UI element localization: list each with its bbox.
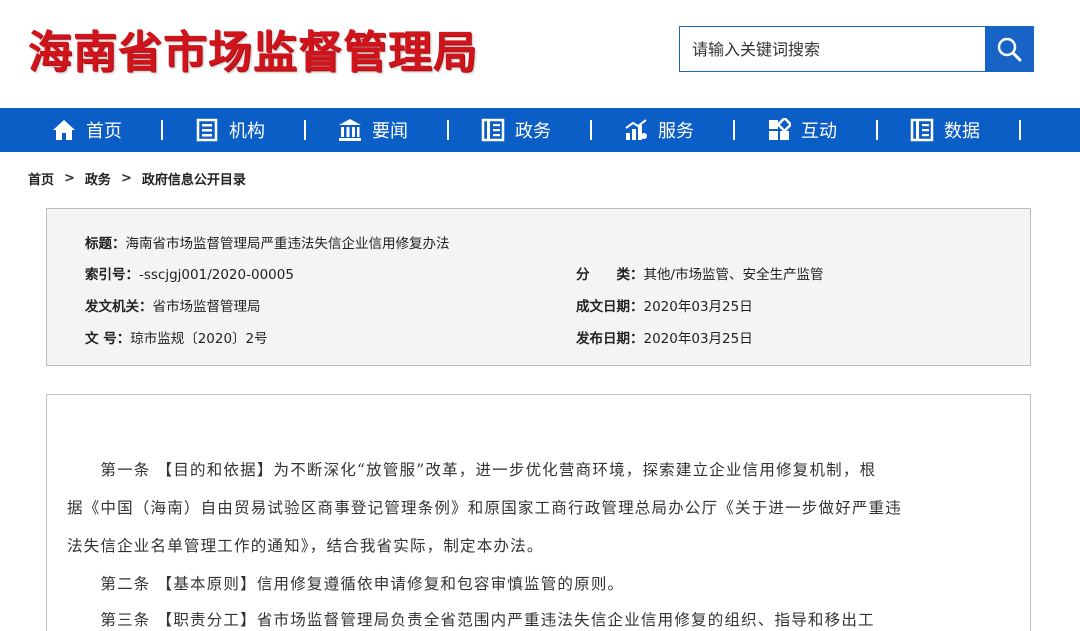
meta-doc-no: 文 号：琼市监规〔2020〕2号	[85, 327, 268, 347]
search-input[interactable]	[680, 27, 985, 71]
meta-date-published-key: 发布日期：	[576, 331, 644, 347]
meta-category: 分 类：其他/市场监管、安全生产监管	[576, 263, 824, 283]
bank-icon	[338, 118, 362, 142]
breadcrumb-home[interactable]: 首页	[28, 169, 54, 188]
article-1-line-1: 第一条 【目的和依据】为不断深化“放管服”改革，进一步优化营商环境，探索建立企业…	[67, 461, 877, 479]
nav-item-data[interactable]: 数据	[910, 108, 1053, 152]
meta-issuer: 发文机关：省市场监督管理局	[85, 295, 261, 315]
article-1-line-2: 据《中国（海南）自由贸易试验区商事登记管理条例》和原国家工商行政管理总局办公厅《…	[67, 499, 903, 517]
main-nav: 首页 机构 要闻 政务 服务 互动 数据	[0, 108, 1080, 152]
meta-date-written: 成文日期：2020年03月25日	[576, 295, 753, 315]
nav-item-label: 互动	[801, 121, 837, 142]
meta-category-key: 分 类：	[576, 267, 644, 283]
meta-category-value: 其他/市场监管、安全生产监管	[643, 267, 824, 283]
meta-date-published-value: 2020年03月25日	[643, 331, 753, 347]
search-button[interactable]	[985, 27, 1033, 71]
nav-item-service[interactable]: 服务	[624, 108, 767, 152]
meta-issuer-key: 发文机关：	[85, 299, 153, 315]
grid-icon	[767, 118, 791, 142]
nav-item-label: 政务	[515, 121, 551, 142]
nav-item-label: 首页	[86, 121, 122, 142]
search-icon	[997, 37, 1022, 62]
site-logo[interactable]: 海南省市场监督管理局	[28, 22, 478, 84]
nav-item-government[interactable]: 政务	[481, 108, 624, 152]
meta-title-value: 海南省市场监督管理局严重违法失信企业信用修复办法	[125, 236, 450, 252]
breadcrumb-current[interactable]: 政府信息公开目录	[142, 169, 246, 188]
meta-title-key: 标题：	[85, 236, 126, 252]
search-bar	[679, 26, 1034, 72]
breadcrumb: 首页 > 政务 > 政府信息公开目录	[28, 168, 246, 188]
bar-chart-icon	[624, 118, 648, 142]
meta-index-key: 索引号：	[85, 267, 139, 283]
book-icon	[910, 118, 934, 142]
breadcrumb-government[interactable]: 政务	[85, 169, 111, 188]
nav-item-organization[interactable]: 机构	[195, 108, 338, 152]
document-content: 第一条 【目的和依据】为不断深化“放管服”改革，进一步优化营商环境，探索建立企业…	[46, 394, 1031, 631]
nav-item-interaction[interactable]: 互动	[767, 108, 910, 152]
meta-date-published: 发布日期：2020年03月25日	[576, 327, 753, 347]
article-1-line-3: 法失信企业名单管理工作的通知》，结合我省实际，制定本办法。	[67, 537, 544, 555]
meta-title: 标题：海南省市场监督管理局严重违法失信企业信用修复办法	[85, 232, 450, 252]
nav-item-label: 数据	[944, 121, 980, 142]
meta-issuer-value: 省市场监督管理局	[152, 299, 261, 315]
nav-item-news[interactable]: 要闻	[338, 108, 481, 152]
nav-item-home[interactable]: 首页	[52, 108, 195, 152]
meta-date-written-key: 成文日期：	[576, 299, 644, 315]
nav-item-label: 要闻	[372, 121, 408, 142]
breadcrumb-separator: >	[120, 170, 132, 186]
article-2: 第二条 【基本原则】信用修复遵循依申请修复和包容审慎监管的原则。	[67, 575, 625, 593]
article-3: 第三条 【职责分工】省市场监督管理局负责全省范围内严重违法失信企业信用修复的组织…	[67, 611, 875, 629]
meta-index-value: -sscjgj001/2020-00005	[139, 267, 294, 283]
breadcrumb-separator: >	[64, 170, 75, 186]
nav-item-label: 机构	[229, 121, 265, 142]
nav-item-label: 服务	[658, 121, 694, 142]
home-icon	[52, 118, 76, 142]
site-header: 海南省市场监督管理局	[0, 0, 1080, 108]
meta-doc-no-value: 琼市监规〔2020〕2号	[130, 331, 268, 347]
meta-doc-no-key: 文 号：	[85, 331, 131, 347]
meta-date-written-value: 2020年03月25日	[643, 299, 753, 315]
book-icon	[481, 118, 505, 142]
building-list-icon	[195, 118, 219, 142]
meta-index: 索引号：-sscjgj001/2020-00005	[85, 263, 294, 283]
document-meta-box: 标题：海南省市场监督管理局严重违法失信企业信用修复办法 索引号：-sscjgj0…	[46, 208, 1031, 366]
